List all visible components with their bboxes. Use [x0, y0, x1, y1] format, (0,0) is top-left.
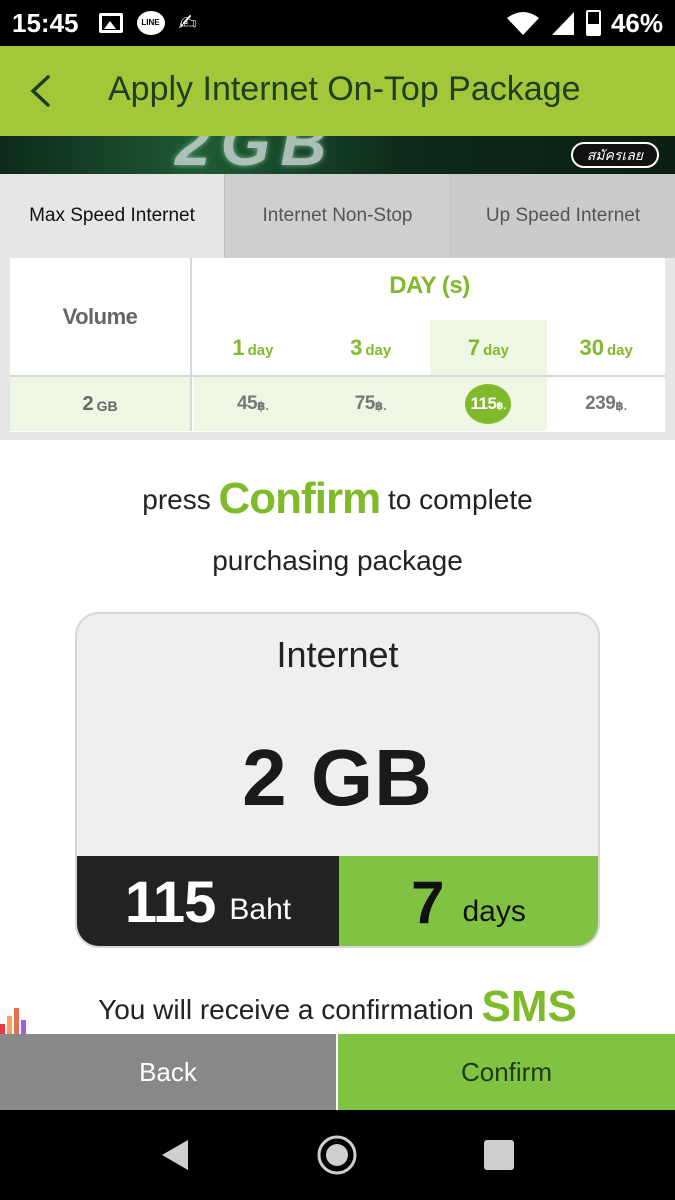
day-column-3: 3 day — [312, 320, 430, 375]
status-bar: 15:45 LINE ✍ 46% — [0, 0, 675, 46]
status-time: 15:45 — [12, 7, 79, 38]
price-option-30-day[interactable]: 239 ฿. — [547, 377, 665, 431]
volume-header: Volume — [10, 258, 192, 375]
card-price: 115 Baht — [77, 856, 339, 946]
card-footer: 115 Baht 7 days — [77, 856, 598, 946]
volume-unit: GB — [96, 398, 118, 414]
wifi-icon — [506, 12, 539, 35]
day-unit: day — [483, 342, 509, 359]
nav-back-icon[interactable] — [160, 1138, 190, 1172]
days-header: DAY (s) — [389, 272, 470, 299]
confirm-button[interactable]: Confirm — [336, 1034, 675, 1110]
price-value: 75 — [354, 393, 376, 414]
card-duration: 7 days — [339, 856, 598, 946]
action-buttons: Back Confirm — [0, 1034, 675, 1110]
page-title: Apply Internet On-Top Package — [108, 70, 581, 108]
confirm-highlight: Confirm — [218, 474, 382, 523]
confirm-instruction-line2: purchasing package — [212, 545, 463, 576]
currency-unit: ฿. — [257, 399, 269, 413]
banner-subscribe-button[interactable]: สมัครเลย — [570, 142, 659, 168]
package-tabs: Max Speed Internet Internet Non-Stop Up … — [0, 174, 675, 258]
day-number: 30 — [579, 334, 604, 360]
day-unit: day — [365, 342, 392, 359]
price-value: 115 — [470, 394, 497, 413]
card-volume: 2 GB — [242, 733, 433, 822]
line-app-icon: LINE — [136, 11, 165, 35]
confirm-instruction: press Confirm to complete — [0, 474, 675, 524]
day-number: 1 — [232, 334, 245, 360]
back-button[interactable]: Back — [0, 1034, 336, 1110]
table-row: 2 GB 45 ฿. 75 ฿. 115 ฿. 239 ฿. — [10, 377, 665, 431]
sms-text: You will receive a confirmation — [98, 994, 474, 1025]
day-unit: day — [247, 342, 274, 359]
confirm-text-before: press — [142, 484, 211, 515]
android-nav-bar — [0, 1110, 675, 1200]
signal-icon — [551, 12, 574, 35]
day-column-1: 1 day — [194, 320, 312, 375]
day-unit: day — [606, 342, 633, 359]
tab-up-speed-internet[interactable]: Up Speed Internet — [450, 174, 675, 258]
card-title: Internet — [276, 634, 399, 675]
price-option-7-day-selected[interactable]: 115 ฿. — [429, 377, 548, 431]
nav-recents-icon[interactable] — [484, 1140, 514, 1170]
nav-home-icon[interactable] — [316, 1134, 358, 1176]
currency-unit: ฿. — [496, 400, 507, 412]
price-value: 239 — [585, 393, 616, 414]
price-cells: 45 ฿. 75 ฿. 115 ฿. 239 ฿. — [194, 377, 665, 431]
volume-value: 2 — [82, 392, 94, 415]
card-price-value: 115 — [124, 869, 217, 935]
tab-internet-non-stop[interactable]: Internet Non-Stop — [224, 174, 450, 258]
card-days-value: 7 — [411, 868, 445, 936]
day-columns: 1 day 3 day 7 day 30 day — [194, 320, 665, 375]
day-column-30: 30 day — [547, 320, 665, 375]
volume-cell: 2 GB — [10, 377, 192, 431]
price-value: 45 — [236, 393, 258, 414]
image-icon — [98, 13, 123, 33]
confirm-text-after: to complete — [387, 484, 533, 515]
battery-icon — [585, 10, 601, 36]
price-table-container: Volume DAY (s) 1 day 3 day 7 day 30 day … — [0, 258, 675, 440]
notification-icons: LINE ✍ — [98, 10, 203, 35]
banner-graphic-text: 2GB — [175, 136, 337, 174]
sms-notice: You will receive a confirmation SMS — [0, 982, 675, 1032]
selected-price-badge: 115 ฿. — [465, 384, 512, 424]
card-days-unit: days — [462, 895, 526, 928]
system-icons: 46% — [506, 8, 663, 39]
sms-highlight: SMS — [481, 982, 577, 1031]
tab-max-speed-internet[interactable]: Max Speed Internet — [0, 174, 224, 258]
app-header: Apply Internet On-Top Package — [0, 46, 675, 144]
promo-banner[interactable]: 2GB สมัครเลย — [0, 136, 675, 174]
day-column-7: 7 day — [429, 320, 548, 375]
currency-unit: ฿. — [374, 399, 387, 413]
pen-icon: ✍ — [178, 10, 197, 35]
day-number: 7 — [467, 334, 481, 360]
package-summary-card: Internet 2 GB 115 Baht 7 days — [75, 612, 600, 948]
day-number: 3 — [350, 334, 363, 360]
price-table: Volume DAY (s) 1 day 3 day 7 day 30 day … — [10, 258, 665, 432]
battery-percent: 46% — [610, 7, 663, 38]
chevron-left-icon[interactable] — [28, 74, 52, 108]
price-option-3-day[interactable]: 75 ฿. — [311, 377, 430, 431]
currency-unit: ฿. — [615, 399, 628, 413]
card-price-unit: Baht — [229, 893, 292, 926]
price-option-1-day[interactable]: 45 ฿. — [194, 377, 312, 431]
